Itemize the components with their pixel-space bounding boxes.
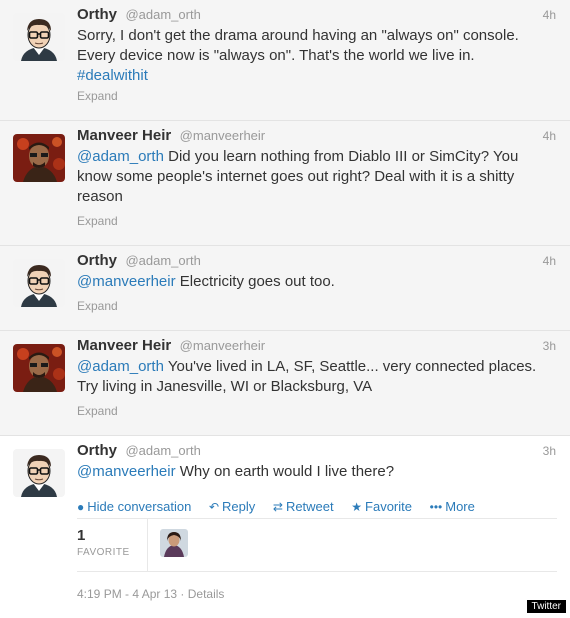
tweet-header: Manveer Heir @manveerheir 4h — [77, 127, 556, 147]
tweet-text-span: Did you learn nothing from Diablo III or… — [163, 148, 519, 165]
tweet-time[interactable]: 3h — [543, 339, 556, 353]
more-button[interactable]: ••• More — [430, 499, 475, 514]
tweet-text: @manveerheir Why on earth would I live t… — [77, 462, 560, 482]
avatar-manveer[interactable] — [13, 134, 65, 182]
username[interactable]: @manveerheir — [180, 128, 265, 143]
fullname[interactable]: Orthy — [77, 442, 117, 459]
favoriter-avatar[interactable] — [160, 529, 188, 557]
avatar-orthy[interactable] — [13, 13, 65, 61]
tweet-text-line: Sorry, I don't get the drama around havi… — [77, 27, 519, 44]
details-link[interactable]: Details — [188, 587, 225, 601]
tweet-text-span: You've lived in LA, SF, Seattle... very … — [163, 358, 537, 375]
expand-link[interactable]: Expand — [77, 404, 118, 418]
username[interactable]: @adam_orth — [125, 7, 200, 22]
expand-link[interactable]: Expand — [77, 299, 118, 313]
username[interactable]: @manveerheir — [180, 338, 265, 353]
avatar-orthy[interactable] — [13, 259, 65, 307]
tweet-text-line: reason — [77, 188, 123, 205]
tweet-text-line: @manveerheir Why on earth would I live t… — [77, 462, 560, 482]
tweet-time[interactable]: 4h — [543, 254, 556, 268]
ellipsis-icon: ••• — [429, 500, 443, 514]
mention-link[interactable]: @manveerheir — [77, 273, 176, 290]
fullname[interactable]: Orthy — [77, 252, 117, 269]
tweet-3[interactable]: Orthy @adam_orth 4h @manveerheir Electri… — [0, 246, 570, 331]
stat-divider — [147, 519, 148, 571]
reply-label: Reply — [222, 499, 256, 514]
tweet-header: Orthy @adam_orth 4h — [77, 6, 556, 26]
mention-link[interactable]: @adam_orth — [77, 148, 164, 165]
cartoon-glasses-avatar-icon — [13, 13, 65, 61]
favorites-count[interactable]: 1 — [77, 527, 85, 544]
cartoon-glasses-avatar-icon — [13, 259, 65, 307]
tweet-header: Orthy @adam_orth 3h — [77, 442, 556, 462]
tweet-stats: 1 FAVORITE — [77, 518, 557, 572]
tweet-time[interactable]: 4h — [543, 129, 556, 143]
fullname[interactable]: Manveer Heir — [77, 127, 171, 144]
favorite-label: Favorite — [365, 499, 412, 514]
username[interactable]: @adam_orth — [125, 253, 200, 268]
tweet-text-line: know some people's internet goes out rig… — [77, 168, 515, 185]
reply-button[interactable]: ↶ Reply — [209, 499, 255, 514]
hashtag-link[interactable]: #dealwithit — [77, 66, 560, 86]
tweet-meta: 4:19 PM - 4 Apr 13 · Details — [77, 587, 224, 601]
tweet-text-span: Electricity goes out too. — [175, 273, 335, 290]
tweet-text-line: @adam_orth You've lived in LA, SF, Seatt… — [77, 357, 560, 377]
tweet-time[interactable]: 4h — [543, 8, 556, 22]
user-photo-icon — [160, 529, 188, 557]
more-label: More — [445, 499, 475, 514]
tweet-text-line: @adam_orth Did you learn nothing from Di… — [77, 147, 560, 167]
hide-conversation-button[interactable]: ● Hide conversation — [77, 499, 191, 514]
tweet-text-line: Try living in Janesville, WI or Blacksbu… — [77, 378, 373, 395]
hide-conversation-label: Hide conversation — [87, 499, 192, 514]
reply-arrow-icon: ↶ — [208, 500, 219, 514]
tweet-text: @adam_orth Did you learn nothing from Di… — [77, 147, 560, 207]
tweet-2[interactable]: Manveer Heir @manveerheir 4h @adam_orth … — [0, 121, 570, 246]
tweet-time[interactable]: 3h — [543, 444, 556, 458]
tweet-actions: ● Hide conversation ↶ Reply ⇄ Retweet ★ Favo… — [77, 499, 489, 514]
tweet-text-span: Why on earth would I live there? — [175, 463, 395, 480]
retweet-icon: ⇄ — [272, 500, 283, 514]
retweet-label: Retweet — [285, 499, 334, 514]
tweet-text: @manveerheir Electricity goes out too. — [77, 272, 560, 292]
speech-bubble-icon: ● — [77, 500, 85, 514]
tweet-text-line: @manveerheir Electricity goes out too. — [77, 272, 560, 292]
expand-link[interactable]: Expand — [77, 89, 118, 103]
cartoon-glasses-avatar-icon — [13, 449, 65, 497]
tweet-text: Sorry, I don't get the drama around havi… — [77, 26, 560, 86]
fullname[interactable]: Manveer Heir — [77, 337, 171, 354]
fullname[interactable]: Orthy — [77, 6, 117, 23]
photo-avatar-icon — [13, 134, 65, 182]
meta-separator: · — [177, 587, 188, 601]
photo-avatar-icon — [13, 344, 65, 392]
tweet-header: Orthy @adam_orth 4h — [77, 252, 556, 272]
favorite-button[interactable]: ★ Favorite — [351, 499, 412, 514]
star-icon: ★ — [351, 500, 363, 514]
tweet-text-line: Every device now is "always on". That's … — [77, 47, 475, 64]
expand-link[interactable]: Expand — [77, 214, 118, 228]
tweet-text: @adam_orth You've lived in LA, SF, Seatt… — [77, 357, 560, 397]
tweet-timestamp[interactable]: 4:19 PM - 4 Apr 13 — [77, 587, 177, 601]
avatar-manveer[interactable] — [13, 344, 65, 392]
favorites-label[interactable]: FAVORITE — [77, 547, 130, 558]
twitter-watermark: Twitter — [526, 600, 566, 613]
tweet-5-expanded[interactable]: Orthy @adam_orth 3h @manveerheir Why on … — [0, 436, 570, 618]
username[interactable]: @adam_orth — [125, 443, 200, 458]
tweet-4[interactable]: Manveer Heir @manveerheir 3h @adam_orth … — [0, 331, 570, 436]
tweet-1[interactable]: Orthy @adam_orth 4h Sorry, I don't get t… — [0, 0, 570, 121]
avatar-orthy[interactable] — [13, 449, 65, 497]
mention-link[interactable]: @adam_orth — [77, 358, 164, 375]
mention-link[interactable]: @manveerheir — [77, 463, 176, 480]
retweet-button[interactable]: ⇄ Retweet — [273, 499, 334, 514]
tweet-header: Manveer Heir @manveerheir 3h — [77, 337, 556, 357]
